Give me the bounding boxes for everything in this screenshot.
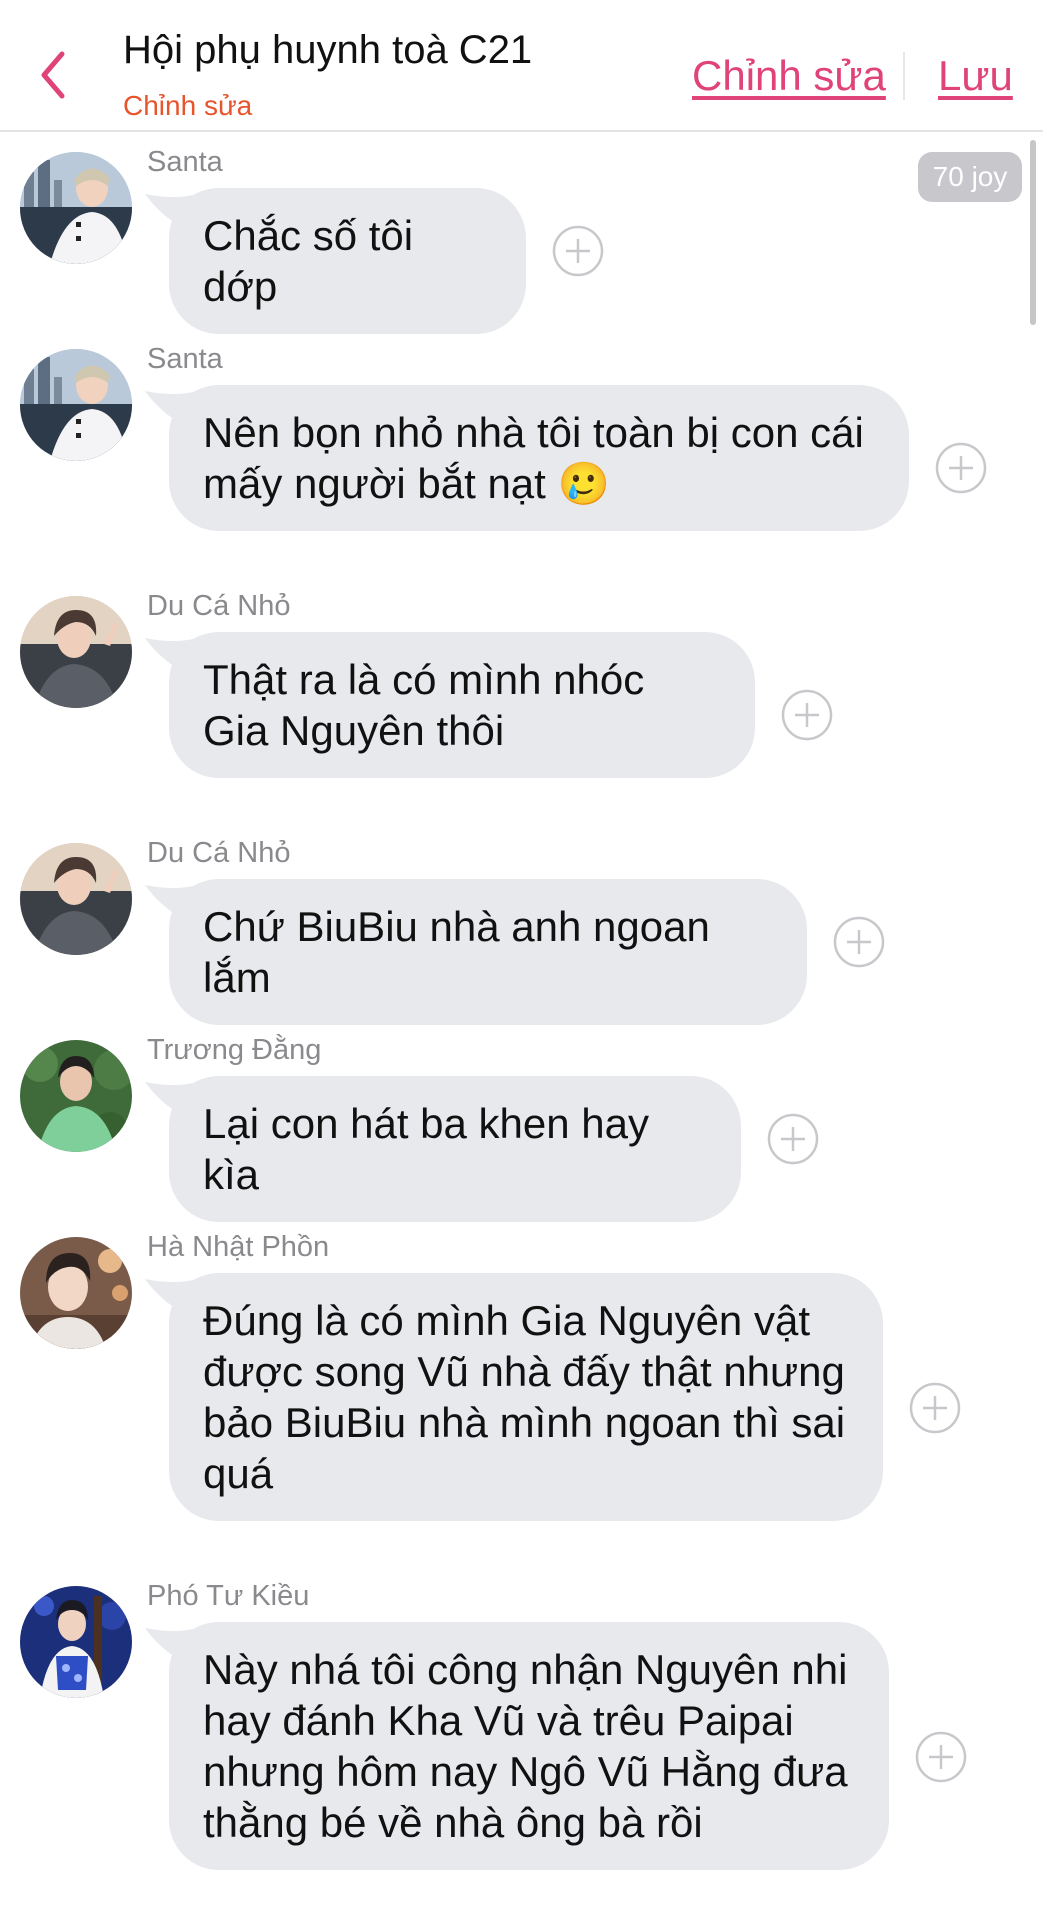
header-divider: [903, 52, 905, 100]
edit-button[interactable]: Chỉnh sửa: [692, 52, 886, 100]
avatar[interactable]: [20, 596, 132, 708]
scrollbar[interactable]: [1030, 140, 1036, 325]
message-bubble[interactable]: Lại con hát ba khen hay kìa: [169, 1076, 741, 1222]
add-reaction-icon[interactable]: [935, 442, 987, 494]
sender-name: Santa: [147, 343, 223, 375]
chevron-left-icon: [41, 51, 65, 99]
sender-name: Hà Nhật Phồn: [147, 1231, 330, 1263]
avatar[interactable]: [20, 349, 132, 461]
chat-subtitle[interactable]: Chỉnh sửa: [123, 90, 252, 122]
message-bubble[interactable]: Này nhá tôi công nhận Nguyên nhi hay đán…: [169, 1622, 889, 1870]
add-reaction-icon[interactable]: [767, 1113, 819, 1165]
add-reaction-icon[interactable]: [909, 1382, 961, 1434]
message-bubble[interactable]: Thật ra là có mình nhóc Gia Nguyên thôi: [169, 632, 755, 778]
message-bubble[interactable]: Chứ BiuBiu nhà anh ngoan lắm: [169, 879, 807, 1025]
sender-name: Santa: [147, 146, 223, 178]
avatar[interactable]: [20, 1040, 132, 1152]
sender-name: Phó Tư Kiều: [147, 1580, 310, 1612]
back-button[interactable]: [30, 40, 80, 110]
add-reaction-icon[interactable]: [552, 225, 604, 277]
sender-name: Du Cá Nhỏ: [147, 590, 291, 622]
message-bubble[interactable]: Đúng là có mình Gia Nguyên vật được song…: [169, 1273, 883, 1521]
avatar[interactable]: [20, 843, 132, 955]
sender-name: Du Cá Nhỏ: [147, 837, 291, 869]
save-button[interactable]: Lưu: [938, 52, 1013, 100]
avatar[interactable]: [20, 152, 132, 264]
message-bubble[interactable]: Chắc số tôi dớp: [169, 188, 526, 334]
add-reaction-icon[interactable]: [781, 689, 833, 741]
message-bubble[interactable]: Nên bọn nhỏ nhà tôi toàn bị con cái mấy …: [169, 385, 909, 531]
chat-title: Hội phụ huynh toà C21: [123, 28, 533, 72]
chat-header: Hội phụ huynh toà C21 Chỉnh sửa Chỉnh sử…: [0, 0, 1043, 132]
avatar[interactable]: [20, 1586, 132, 1698]
avatar[interactable]: [20, 1237, 132, 1349]
add-reaction-icon[interactable]: [833, 916, 885, 968]
joy-badge: 70 joy: [918, 152, 1022, 202]
sender-name: Trương Đằng: [147, 1034, 322, 1066]
add-reaction-icon[interactable]: [915, 1731, 967, 1783]
